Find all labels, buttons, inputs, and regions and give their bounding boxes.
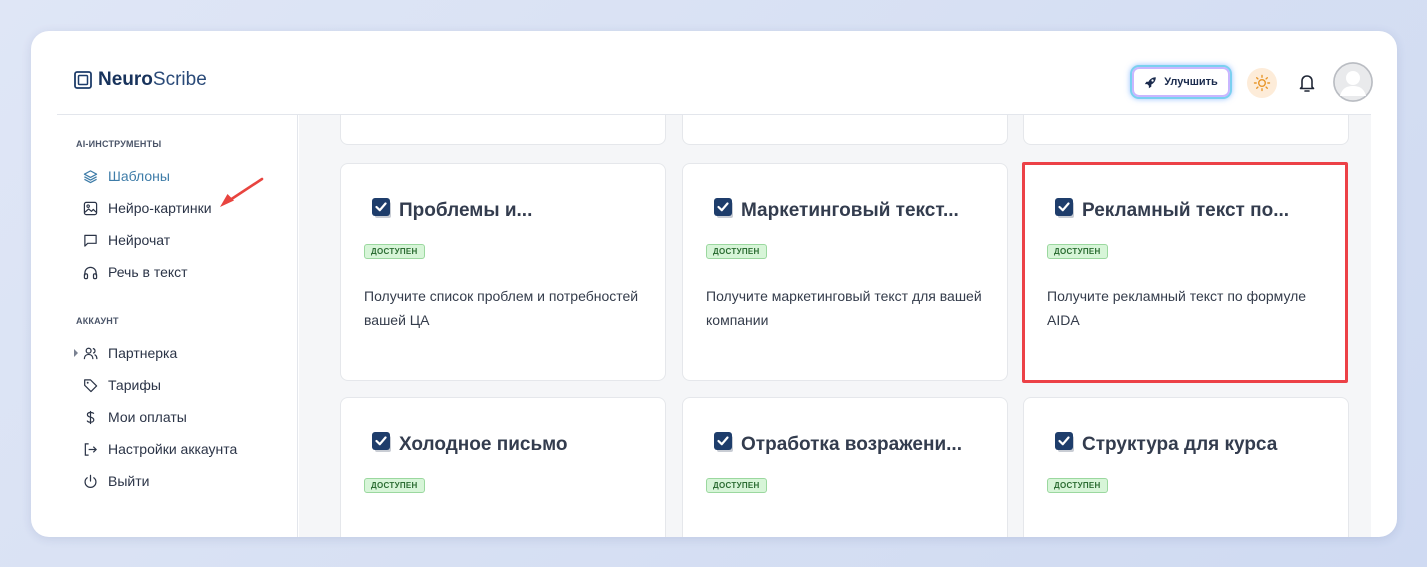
- template-card-partial[interactable]: [1023, 115, 1349, 145]
- brand-light: Scribe: [152, 69, 207, 90]
- sidebar-item-speech-to-text[interactable]: Речь в текст: [83, 261, 188, 283]
- card-description: Получите список проблем и потребностей в…: [364, 288, 639, 328]
- tag-icon: [84, 378, 98, 392]
- upgrade-button[interactable]: Улучшить: [1130, 65, 1232, 99]
- template-card[interactable]: Холодное письмо ДОСТУПЕН: [340, 397, 666, 537]
- check-square-icon: [372, 198, 391, 218]
- card-title: Структура для курса: [1054, 432, 1278, 456]
- sidebar-item-my-payments[interactable]: Мои оплаты: [83, 406, 187, 428]
- notifications-button[interactable]: [1295, 71, 1319, 95]
- sidebar-item-account-settings[interactable]: Настройки аккаунта: [83, 438, 237, 460]
- users-icon: [83, 347, 98, 359]
- status-badge: ДОСТУПЕН: [706, 478, 767, 493]
- power-icon: [84, 474, 97, 488]
- template-card-highlighted[interactable]: Рекламный текст по... ДОСТУПЕН Получите …: [1022, 162, 1348, 383]
- logo-icon: [74, 71, 92, 89]
- template-card-partial[interactable]: [682, 115, 1008, 145]
- status-badge: ДОСТУПЕН: [364, 478, 425, 493]
- status-badge: ДОСТУПЕН: [364, 244, 425, 259]
- check-square-icon: [1055, 432, 1074, 452]
- sidebar: AI-ИНСТРУМЕНТЫ Шаблоны Нейро-картинки Не…: [57, 115, 298, 537]
- sidebar-item-label: Партнерка: [108, 345, 178, 361]
- sidebar-item-partner[interactable]: Партнерка: [74, 342, 178, 364]
- card-description: Получите маркетинговый текст для вашей к…: [706, 288, 982, 328]
- card-title-text: Структура для курса: [1082, 434, 1278, 455]
- app-window: Neuro Scribe Улучшить AI-ИНСТРУМЕНТЫ Шаб…: [31, 31, 1397, 537]
- card-title-text: Отработка возражени...: [741, 434, 962, 455]
- sidebar-item-label: Шаблоны: [108, 168, 170, 184]
- avatar[interactable]: [1333, 62, 1373, 102]
- bell-icon: [1299, 75, 1315, 92]
- top-bar: Neuro Scribe Улучшить: [57, 31, 1373, 115]
- expand-caret-icon[interactable]: [74, 349, 78, 357]
- sidebar-item-logout[interactable]: Выйти: [83, 470, 149, 492]
- card-title-text: Проблемы и...: [399, 200, 533, 221]
- sidebar-item-label: Речь в текст: [108, 264, 188, 280]
- card-title: Холодное письмо: [371, 432, 568, 456]
- logout-arrow-icon: [84, 442, 97, 456]
- section-title-ai-tools: AI-ИНСТРУМЕНТЫ: [76, 139, 162, 149]
- status-badge: ДОСТУПЕН: [706, 244, 767, 259]
- sidebar-item-tariffs[interactable]: Тарифы: [83, 374, 161, 396]
- card-description: Получите рекламный текст по формуле AIDA: [1047, 288, 1307, 328]
- logo[interactable]: Neuro Scribe: [74, 69, 207, 91]
- card-title-text: Маркетинговый текст...: [741, 200, 959, 221]
- check-square-icon: [372, 432, 391, 452]
- card-title-text: Холодное письмо: [399, 434, 568, 455]
- image-icon: [83, 201, 98, 215]
- layers-icon: [83, 169, 98, 183]
- status-badge: ДОСТУПЕН: [1047, 478, 1108, 493]
- sidebar-item-label: Нейрочат: [108, 232, 171, 248]
- templates-grid: Проблемы и... ДОСТУПЕН Получите список п…: [299, 115, 1371, 537]
- check-square-icon: [714, 432, 733, 452]
- sidebar-item-label: Тарифы: [108, 377, 161, 393]
- card-title: Проблемы и...: [371, 198, 533, 222]
- card-title-text: Рекламный текст по...: [1082, 200, 1290, 221]
- upgrade-label: Улучшить: [1164, 76, 1218, 88]
- sidebar-item-label: Настройки аккаунта: [108, 441, 238, 457]
- card-title: Маркетинговый текст...: [713, 198, 959, 222]
- status-badge: ДОСТУПЕН: [1047, 244, 1108, 259]
- template-card[interactable]: Маркетинговый текст... ДОСТУПЕН Получите…: [682, 163, 1008, 381]
- dollar-icon: [86, 410, 95, 424]
- card-title: Отработка возражени...: [713, 432, 962, 456]
- card-title: Рекламный текст по...: [1054, 198, 1290, 222]
- sidebar-item-label: Нейро-картинки: [108, 200, 212, 216]
- check-square-icon: [1055, 198, 1074, 218]
- template-card[interactable]: Проблемы и... ДОСТУПЕН Получите список п…: [340, 163, 666, 381]
- template-card[interactable]: Структура для курса ДОСТУПЕН: [1023, 397, 1349, 537]
- sidebar-item-templates[interactable]: Шаблоны: [83, 165, 170, 187]
- section-title-account: АККАУНТ: [76, 316, 119, 326]
- sidebar-item-neurochat[interactable]: Нейрочат: [83, 229, 170, 251]
- sidebar-item-label: Мои оплаты: [108, 409, 187, 425]
- red-arrow-annotation: [220, 177, 264, 207]
- sun-icon: [1253, 74, 1271, 92]
- sidebar-item-label: Выйти: [108, 473, 150, 489]
- theme-toggle-button[interactable]: [1247, 68, 1277, 98]
- user-avatar-icon: [1333, 62, 1373, 102]
- template-card[interactable]: Отработка возражени... ДОСТУПЕН: [682, 397, 1008, 537]
- check-square-icon: [714, 198, 733, 218]
- sidebar-item-neuro-images[interactable]: Нейро-картинки: [83, 197, 212, 219]
- headphones-icon: [83, 266, 98, 279]
- chat-icon: [84, 234, 97, 247]
- brand-bold: Neuro: [98, 69, 153, 90]
- rocket-icon: [1145, 76, 1156, 88]
- template-card-partial[interactable]: [340, 115, 666, 145]
